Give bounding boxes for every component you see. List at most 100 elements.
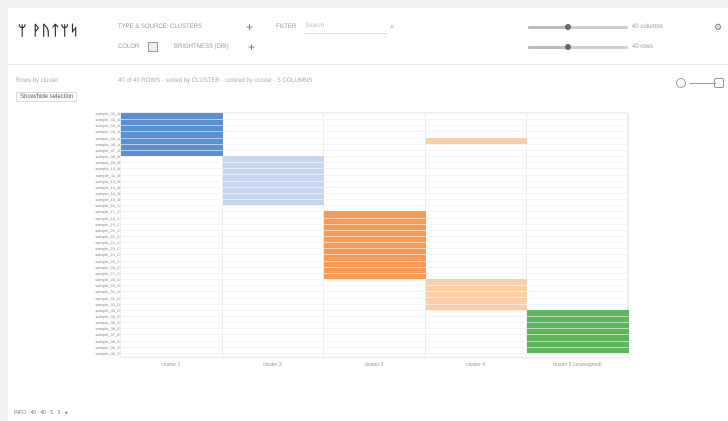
toggle-right-square-icon[interactable] — [714, 78, 724, 88]
cell-row-divider — [222, 192, 325, 194]
column-label[interactable]: cluster 1 — [120, 362, 222, 368]
row-label[interactable]: sample_26_C — [74, 266, 120, 270]
heatmap-cell-block[interactable] — [425, 279, 528, 310]
row-label[interactable]: sample_32_D — [74, 303, 120, 307]
cell-row-divider — [527, 340, 629, 342]
heatmap-row-line — [121, 168, 627, 170]
add-sort-icon[interactable]: + — [248, 41, 255, 53]
status-bar: INFO · 40 · 40 · 5 · 5 · ● — [14, 410, 68, 416]
heatmap-cell-block[interactable] — [324, 211, 426, 280]
row-label[interactable]: sample_17_C — [74, 210, 120, 214]
heatmap-row-line — [121, 279, 627, 281]
add-filter-icon[interactable]: + — [246, 21, 253, 33]
row-label[interactable]: sample_36_E — [74, 327, 120, 331]
row-label[interactable]: sample_30_D — [74, 290, 120, 294]
row-label[interactable]: sample_40_E — [74, 352, 120, 356]
row-label[interactable]: sample_06_A — [74, 143, 120, 147]
row-label[interactable]: sample_15_B — [74, 198, 120, 202]
columns-slider-handle[interactable] — [565, 24, 571, 30]
row-label[interactable]: sample_21_C — [74, 235, 120, 239]
cell-row-divider — [121, 131, 223, 133]
row-label[interactable]: sample_16_C — [74, 204, 120, 208]
toggle-left-circle-icon[interactable] — [676, 78, 686, 88]
row-label[interactable]: sample_33_E — [74, 309, 120, 313]
row-label[interactable]: sample_25_C — [74, 260, 120, 264]
row-label[interactable]: sample_02_A — [74, 118, 120, 122]
column-labels: cluster 1 cluster 2 cluster 3 cluster 4 clus… — [120, 362, 628, 372]
column-label[interactable]: cluster 2 — [222, 362, 324, 368]
columns-slider-fill — [528, 26, 568, 29]
view-toggle[interactable] — [676, 78, 724, 88]
cell-row-divider — [324, 235, 426, 237]
row-label[interactable]: sample_28_D — [74, 278, 120, 282]
row-label[interactable]: sample_38_E — [74, 340, 120, 344]
row-label[interactable]: sample_14_B — [74, 192, 120, 196]
heatmap-cell-block[interactable] — [527, 309, 629, 353]
cell-row-divider — [425, 297, 528, 299]
row-label[interactable]: sample_27_C — [74, 272, 120, 276]
heatmap-row-line — [121, 156, 627, 158]
row-label[interactable]: sample_19_C — [74, 223, 120, 227]
row-label[interactable]: sample_35_E — [74, 321, 120, 325]
heatmap-grid[interactable] — [120, 112, 629, 359]
row-label[interactable]: sample_24_C — [74, 253, 120, 257]
heatmap-panel: sample_01_A sample_02_A sample_03_A sample_… — [8, 104, 728, 404]
cell-row-divider — [121, 143, 223, 145]
heatmap-cell-block[interactable] — [222, 156, 325, 206]
row-label[interactable]: sample_05_A — [74, 137, 120, 141]
cell-row-divider — [324, 266, 426, 268]
column-label[interactable]: cluster 4 — [425, 362, 527, 368]
column-label[interactable]: cluster 5 (unassigned) — [526, 362, 628, 368]
show-hide-selection-button[interactable]: Show/hide selection — [16, 92, 78, 102]
status-indicator-icon: ● — [64, 410, 68, 416]
row-label[interactable]: sample_23_C — [74, 247, 120, 251]
view-description: 40 of 40 ROWS · sorted by CLUSTER · colo… — [118, 78, 313, 84]
cell-row-divider — [527, 328, 629, 330]
cell-row-divider — [324, 248, 426, 250]
search-icon[interactable]: ⌕ — [390, 22, 394, 32]
search-input[interactable]: Search — [305, 23, 387, 34]
row-label[interactable]: sample_12_B — [74, 180, 120, 184]
row-label[interactable]: sample_11_B — [74, 174, 120, 178]
sort-selector[interactable]: BRIGHTNESS (DBI) — [174, 44, 229, 50]
row-label[interactable]: sample_03_A — [74, 124, 120, 128]
row-label[interactable]: sample_01_A — [74, 112, 120, 116]
heatmap-row-line — [121, 192, 627, 194]
cell-row-divider — [121, 149, 223, 151]
cell-row-divider — [527, 346, 629, 348]
rows-slider[interactable] — [528, 44, 628, 50]
row-label[interactable]: sample_34_E — [74, 315, 120, 319]
row-label[interactable]: sample_13_B — [74, 186, 120, 190]
column-label[interactable]: cluster 3 — [323, 362, 425, 368]
heatmap-row-line — [121, 297, 627, 299]
rows-slider-handle[interactable] — [565, 44, 571, 50]
cell-row-divider — [425, 303, 528, 305]
color-swatch[interactable] — [148, 42, 158, 52]
heatmap-row-line — [121, 174, 627, 176]
row-label[interactable]: sample_20_C — [74, 229, 120, 233]
cell-row-divider — [324, 272, 426, 274]
row-label[interactable]: sample_07_A — [74, 149, 120, 153]
row-label[interactable]: sample_09_B — [74, 161, 120, 165]
row-label[interactable]: sample_37_E — [74, 333, 120, 337]
heatmap-cell-block[interactable] — [121, 113, 223, 157]
settings-gear-icon[interactable]: ⚙ — [714, 22, 722, 33]
cell-row-divider — [121, 137, 223, 139]
row-label[interactable]: sample_29_D — [74, 284, 120, 288]
row-label[interactable]: sample_10_B — [74, 167, 120, 171]
type-source-selector[interactable]: TYPE & SOURCE: CLUSTERS — [118, 24, 202, 30]
cell-row-divider — [425, 291, 528, 293]
toggle-track — [690, 83, 716, 84]
cell-row-divider — [527, 322, 629, 324]
columns-slider[interactable] — [528, 24, 628, 30]
row-label[interactable]: sample_04_A — [74, 130, 120, 134]
rows-slider-label: 40 rows — [632, 44, 654, 50]
row-label[interactable]: sample_08_B — [74, 155, 120, 159]
cell-row-divider — [121, 125, 223, 127]
cell-row-divider — [222, 180, 325, 182]
row-label[interactable]: sample_18_C — [74, 217, 120, 221]
heatmap-cell-block[interactable] — [425, 137, 528, 144]
row-label[interactable]: sample_31_D — [74, 297, 120, 301]
row-label[interactable]: sample_22_C — [74, 241, 120, 245]
row-label[interactable]: sample_39_E — [74, 346, 120, 350]
